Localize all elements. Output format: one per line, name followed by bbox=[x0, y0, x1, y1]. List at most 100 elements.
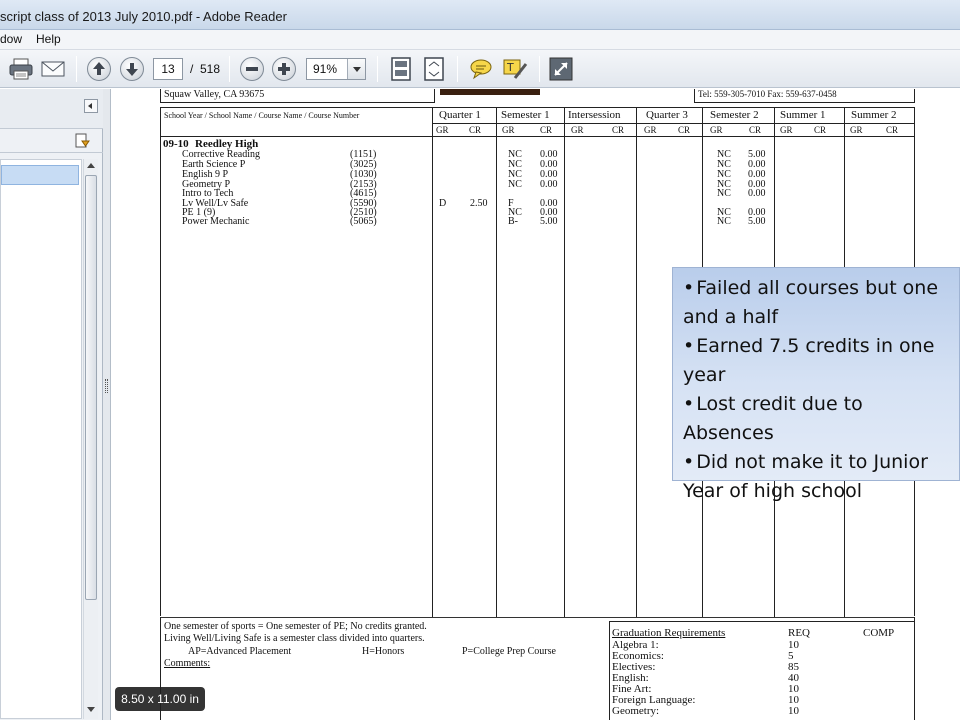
period-header-rule bbox=[432, 123, 915, 124]
menu-window[interactable]: dow bbox=[0, 32, 22, 46]
email-button[interactable] bbox=[40, 56, 66, 82]
cr-header: CR bbox=[814, 125, 827, 135]
print-button[interactable] bbox=[8, 56, 34, 82]
next-page-button[interactable] bbox=[120, 57, 144, 81]
annotation-callout: Failed all courses but one and a half Ea… bbox=[672, 267, 960, 502]
course-name: Power Mechanic bbox=[182, 216, 250, 227]
gr-header: GR bbox=[644, 125, 657, 135]
plus-icon bbox=[278, 63, 290, 75]
cr-header: CR bbox=[886, 125, 899, 135]
credits: 5.00 bbox=[748, 216, 766, 227]
period-header: Semester 2 bbox=[710, 109, 759, 121]
cr-header: CR bbox=[612, 125, 625, 135]
table-left-rule bbox=[160, 107, 161, 616]
rule bbox=[609, 621, 610, 720]
toolbar-separator bbox=[457, 56, 458, 82]
column-divider bbox=[564, 107, 565, 617]
gr-header: GR bbox=[436, 125, 449, 135]
speech-bubble-icon bbox=[470, 59, 492, 80]
grad-subject: Geometry: bbox=[612, 705, 660, 717]
collapse-panel-button[interactable] bbox=[84, 99, 98, 113]
callout-bullet: Earned 7.5 credits in one year bbox=[683, 332, 959, 390]
menu-help[interactable]: Help bbox=[36, 32, 61, 46]
rule bbox=[694, 89, 695, 103]
toolbar-separator bbox=[76, 56, 77, 82]
grad-req-header: REQ bbox=[788, 627, 810, 639]
callout-bullet: Did not make it to Junior Year of high s… bbox=[683, 448, 959, 506]
period-header: Intersession bbox=[568, 109, 621, 121]
toolbar-separator bbox=[539, 56, 540, 82]
gr-header: GR bbox=[502, 125, 515, 135]
school-contact: Tel: 559-305-7010 Fax: 559-637-0458 bbox=[698, 89, 837, 99]
scroll-down-icon[interactable] bbox=[87, 707, 95, 712]
gr-header: GR bbox=[850, 125, 863, 135]
grade: NC bbox=[717, 188, 731, 199]
scroll-up-icon[interactable] bbox=[87, 163, 95, 168]
column-divider bbox=[636, 107, 637, 617]
column-divider bbox=[432, 107, 433, 617]
highlight-text-button[interactable]: T bbox=[501, 56, 529, 82]
fit-width-button[interactable] bbox=[421, 56, 447, 82]
page-number-input[interactable]: 13 bbox=[153, 58, 183, 80]
highlight-text-icon: T bbox=[503, 59, 528, 79]
period-header: Summer 2 bbox=[851, 109, 897, 121]
legend-prep: P=College Prep Course bbox=[462, 646, 556, 657]
period-header: Quarter 1 bbox=[439, 109, 481, 121]
school-logo bbox=[440, 89, 540, 95]
rule bbox=[160, 102, 434, 103]
zoom-out-button[interactable] bbox=[240, 57, 264, 81]
navigation-panel bbox=[0, 89, 103, 720]
cr-header: CR bbox=[469, 125, 482, 135]
toolbar: 13 / 518 91% T bbox=[0, 50, 960, 88]
cr-header: CR bbox=[749, 125, 762, 135]
zoom-value: 91% bbox=[313, 62, 338, 76]
menu-bar: dow Help bbox=[0, 30, 960, 50]
page-thumbnail-list[interactable] bbox=[0, 159, 82, 719]
school-address: Squaw Valley, CA 93675 bbox=[164, 89, 265, 100]
rule bbox=[609, 621, 915, 622]
period-header: Semester 1 bbox=[501, 109, 550, 121]
expand-icon bbox=[549, 57, 573, 81]
chevron-down-icon[interactable] bbox=[347, 59, 365, 79]
table-bottom-rule bbox=[160, 617, 915, 618]
sticky-note-button[interactable] bbox=[468, 56, 494, 82]
fit-width-icon bbox=[424, 57, 444, 81]
title-bar: script class of 2013 July 2010.pdf - Ado… bbox=[0, 0, 960, 30]
gr-header: GR bbox=[780, 125, 793, 135]
navigation-panel-header bbox=[0, 89, 103, 129]
zoom-select[interactable]: 91% bbox=[306, 58, 366, 80]
footer-note: Living Well/Living Safe is a semester cl… bbox=[164, 633, 425, 644]
rule bbox=[914, 89, 915, 103]
footer-note: One semester of sports = One semester of… bbox=[164, 621, 427, 632]
options-icon[interactable] bbox=[74, 133, 90, 149]
credits: 0.00 bbox=[540, 179, 558, 190]
arrow-up-icon bbox=[93, 62, 105, 75]
callout-bullets: Failed all courses but one and a half Ea… bbox=[683, 274, 959, 506]
panel-splitter[interactable] bbox=[103, 89, 111, 720]
grade: B- bbox=[508, 216, 518, 227]
splitter-grip-icon[interactable] bbox=[105, 379, 108, 393]
full-screen-button[interactable] bbox=[548, 56, 574, 82]
grade: NC bbox=[508, 179, 522, 190]
grad-title: Graduation Requirements bbox=[612, 627, 726, 639]
callout-bullet: Lost credit due to Absences bbox=[683, 390, 959, 448]
previous-page-button[interactable] bbox=[87, 57, 111, 81]
page-separator: / bbox=[190, 62, 194, 76]
window-title: script class of 2013 July 2010.pdf - Ado… bbox=[0, 9, 287, 24]
fit-page-button[interactable] bbox=[388, 56, 414, 82]
credits: 0.00 bbox=[748, 188, 766, 199]
header-bottom-rule bbox=[160, 136, 915, 137]
page-total: 518 bbox=[200, 62, 221, 76]
selected-thumbnail[interactable] bbox=[1, 165, 79, 185]
course-number: (5065) bbox=[350, 216, 377, 227]
envelope-icon bbox=[41, 61, 65, 77]
period-header: Quarter 3 bbox=[646, 109, 688, 121]
rule bbox=[694, 102, 914, 103]
navigation-panel-toolbar bbox=[0, 129, 103, 153]
arrow-down-icon bbox=[126, 63, 138, 76]
scrollbar-thumb[interactable] bbox=[85, 175, 97, 600]
zoom-in-button[interactable] bbox=[272, 57, 296, 81]
gr-header: GR bbox=[710, 125, 723, 135]
column-divider bbox=[496, 107, 497, 617]
navigation-scrollbar[interactable] bbox=[83, 159, 98, 719]
